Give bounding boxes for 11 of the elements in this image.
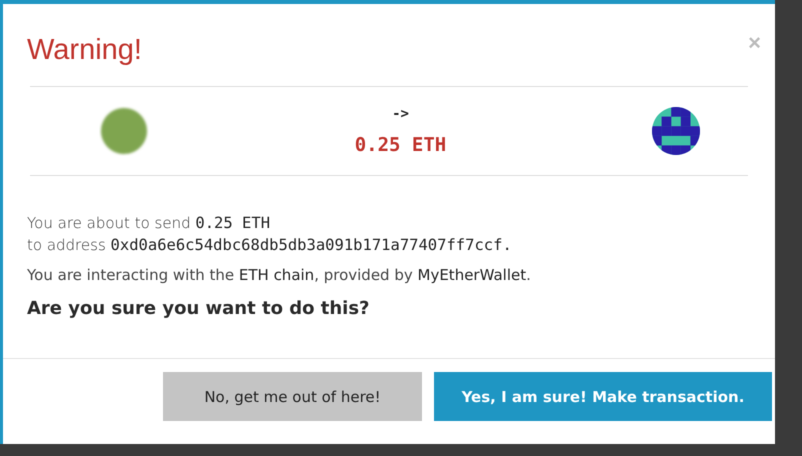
arrow-text: ->	[392, 106, 409, 122]
amount-text: 0.25 ETH	[354, 134, 446, 156]
avatar-icon	[99, 106, 149, 156]
identicon-icon	[652, 107, 700, 155]
modal-title: Warning!	[27, 34, 142, 67]
send-message: You are about to send 0.25 ETH to address 0xd0a6e6c54dbc68db5db3a091b171a77407ff7ccf.	[27, 213, 513, 256]
chain-note: You are interacting with the ETH chain, provided by MyEtherWallet.	[27, 266, 532, 284]
confirm-question: Are you sure you want to do this?	[27, 298, 370, 319]
cancel-button[interactable]: No, get me out of here!	[163, 372, 422, 421]
close-button[interactable]: ×	[744, 32, 765, 54]
confirm-button[interactable]: Yes, I am sure! Make transaction.	[434, 372, 772, 421]
